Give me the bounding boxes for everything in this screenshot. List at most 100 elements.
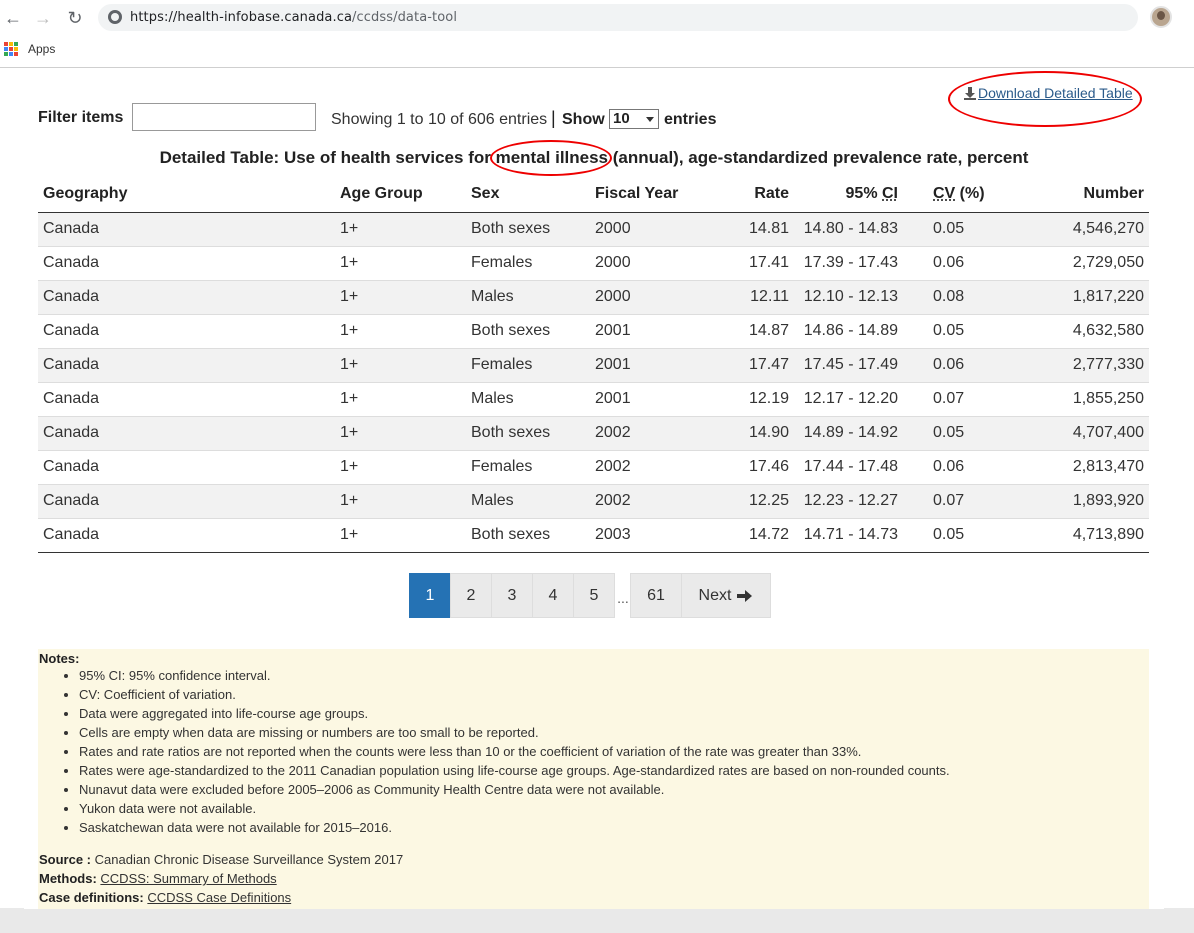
cell-number: 1,817,220 — [1024, 280, 1149, 315]
cell-fiscal-year: 2000 — [590, 212, 700, 247]
entries-per-page-value: 10 — [613, 110, 630, 127]
table-row: Canada 1+ Females 2000 17.41 17.39 - 17.43 0.0… — [38, 246, 1149, 281]
cell-ci: 12.17 - 12.20 — [794, 382, 928, 417]
table-header-row: Geography Age Group Sex Fiscal Year Rate… — [38, 177, 1149, 213]
cell-age-group: 1+ — [335, 280, 466, 315]
apps-grid-dot — [14, 52, 18, 56]
page-button-2[interactable]: 2 — [450, 573, 492, 618]
cell-age-group: 1+ — [335, 348, 466, 383]
col-age-group[interactable]: Age Group — [335, 177, 466, 213]
cell-ci: 17.39 - 17.43 — [794, 246, 928, 281]
back-icon[interactable]: ← — [2, 7, 24, 29]
col-rate[interactable]: Rate — [700, 177, 794, 213]
cell-number: 4,707,400 — [1024, 416, 1149, 451]
cell-rate: 14.87 — [700, 314, 794, 349]
cell-number: 2,777,330 — [1024, 348, 1149, 383]
cell-geography: Canada — [38, 280, 335, 315]
table-row: Canada 1+ Both sexes 2000 14.81 14.80 - 14.83… — [38, 212, 1149, 247]
address-bar[interactable]: https://health-infobase.canada.ca/ccdss/… — [98, 4, 1138, 31]
cell-age-group: 1+ — [335, 450, 466, 485]
cell-sex: Males — [466, 382, 590, 417]
page-button-4[interactable]: 4 — [532, 573, 574, 618]
table-title: Detailed Table: Use of health services f… — [159, 148, 1029, 167]
ci-prefix: 95% — [845, 185, 882, 203]
reload-icon[interactable]: ↻ — [64, 7, 86, 29]
note-item: Rates and rate ratios are not reported w… — [79, 743, 1148, 762]
methods-link[interactable]: CCDSS: Summary of Methods — [100, 871, 276, 886]
cell-number: 1,893,920 — [1024, 484, 1149, 519]
filter-label: Filter items — [38, 109, 124, 126]
forward-icon[interactable]: → — [32, 7, 54, 29]
cell-sex: Males — [466, 280, 590, 315]
next-label: Next — [698, 586, 732, 604]
table-row: Canada 1+ Both sexes 2003 14.72 14.71 - 14.73… — [38, 518, 1149, 553]
table-row: Canada 1+ Males 2001 12.19 12.17 - 12.20 0.07 1… — [38, 382, 1149, 417]
cell-cv: 0.06 — [928, 348, 1024, 383]
page-button-5[interactable]: 5 — [573, 573, 615, 618]
cell-cv: 0.05 — [928, 416, 1024, 451]
table-row: Canada 1+ Both sexes 2002 14.90 14.89 - 14.92… — [38, 416, 1149, 451]
col-sex[interactable]: Sex — [466, 177, 590, 213]
cell-cv: 0.07 — [928, 382, 1024, 417]
page-button-1[interactable]: 1 — [409, 573, 451, 618]
source-line: Source : Canadian Chronic Disease Survei… — [39, 850, 1148, 869]
note-item: Saskatchewan data were not available for… — [79, 819, 1148, 838]
cell-geography: Canada — [38, 348, 335, 383]
case-definitions-link[interactable]: CCDSS Case Definitions — [147, 890, 291, 905]
cell-rate: 14.81 — [700, 212, 794, 247]
cell-ci: 17.45 - 17.49 — [794, 348, 928, 383]
cell-age-group: 1+ — [335, 314, 466, 349]
cell-ci: 12.10 - 12.13 — [794, 280, 928, 315]
note-item: Nunavut data were excluded before 2005–2… — [79, 781, 1148, 800]
browser-chrome: ← → ↻ https://health-infobase.canada.ca/… — [0, 0, 1194, 68]
source-text: Canadian Chronic Disease Surveillance Sy… — [94, 852, 404, 867]
dropdown-arrow-icon — [646, 117, 654, 122]
cell-age-group: 1+ — [335, 246, 466, 281]
table-row: Canada 1+ Males 2000 12.11 12.10 - 12.13 0.08 1… — [38, 280, 1149, 315]
cell-cv: 0.05 — [928, 518, 1024, 553]
cell-number: 2,729,050 — [1024, 246, 1149, 281]
note-item: Yukon data were not available. — [79, 800, 1148, 819]
col-cv[interactable]: CV (%) — [928, 177, 1024, 213]
cell-sex: Females — [466, 348, 590, 383]
source-label: Source : — [39, 852, 92, 867]
cell-sex: Males — [466, 484, 590, 519]
table-row: Canada 1+ Both sexes 2001 14.87 14.86 - 14.89… — [38, 314, 1149, 349]
cell-fiscal-year: 2001 — [590, 382, 700, 417]
cell-ci: 14.89 - 14.92 — [794, 416, 928, 451]
apps-grid-dot — [9, 42, 13, 46]
cell-sex: Both sexes — [466, 314, 590, 349]
col-number[interactable]: Number — [1024, 177, 1149, 213]
cell-geography: Canada — [38, 314, 335, 349]
entries-per-page-select[interactable]: 10 — [609, 109, 659, 129]
profile-avatar[interactable] — [1150, 6, 1172, 28]
col-geography[interactable]: Geography — [38, 177, 335, 213]
cell-fiscal-year: 2002 — [590, 416, 700, 451]
show-label: Show — [562, 111, 605, 128]
filter-input[interactable] — [132, 103, 316, 131]
note-item: 95% CI: 95% confidence interval. — [79, 667, 1148, 686]
cell-geography: Canada — [38, 382, 335, 417]
col-fiscal-year[interactable]: Fiscal Year — [590, 177, 700, 213]
page-button-last[interactable]: 61 — [630, 573, 682, 618]
page-button-3[interactable]: 3 — [491, 573, 533, 618]
download-table-link[interactable]: Download Detailed Table — [964, 85, 1133, 101]
site-info-icon[interactable] — [108, 10, 122, 24]
cell-geography: Canada — [38, 484, 335, 519]
bookmark-apps[interactable]: Apps — [28, 42, 55, 56]
next-page-button[interactable]: Next — [681, 573, 771, 618]
data-tool-page: Download Detailed Table Filter items Sho… — [24, 69, 1164, 909]
note-item: Rates were age-standardized to the 2011 … — [79, 762, 1148, 781]
col-ci[interactable]: 95% CI — [794, 177, 928, 213]
cell-rate: 12.25 — [700, 484, 794, 519]
url-text[interactable]: https://health-infobase.canada.ca/ccdss/… — [130, 10, 457, 25]
page-margin — [1164, 69, 1194, 909]
detailed-data-table: Geography Age Group Sex Fiscal Year Rate… — [38, 177, 1149, 553]
apps-grid-icon[interactable] — [4, 42, 18, 56]
toolbar-separator: | — [551, 108, 556, 128]
ci-abbr: CI — [882, 185, 898, 203]
cell-fiscal-year: 2003 — [590, 518, 700, 553]
note-item: Data were aggregated into life-course ag… — [79, 705, 1148, 724]
table-row: Canada 1+ Males 2002 12.25 12.23 - 12.27 0.07 1… — [38, 484, 1149, 519]
case-definitions-line: Case definitions: CCDSS Case Definitions — [39, 888, 1148, 907]
